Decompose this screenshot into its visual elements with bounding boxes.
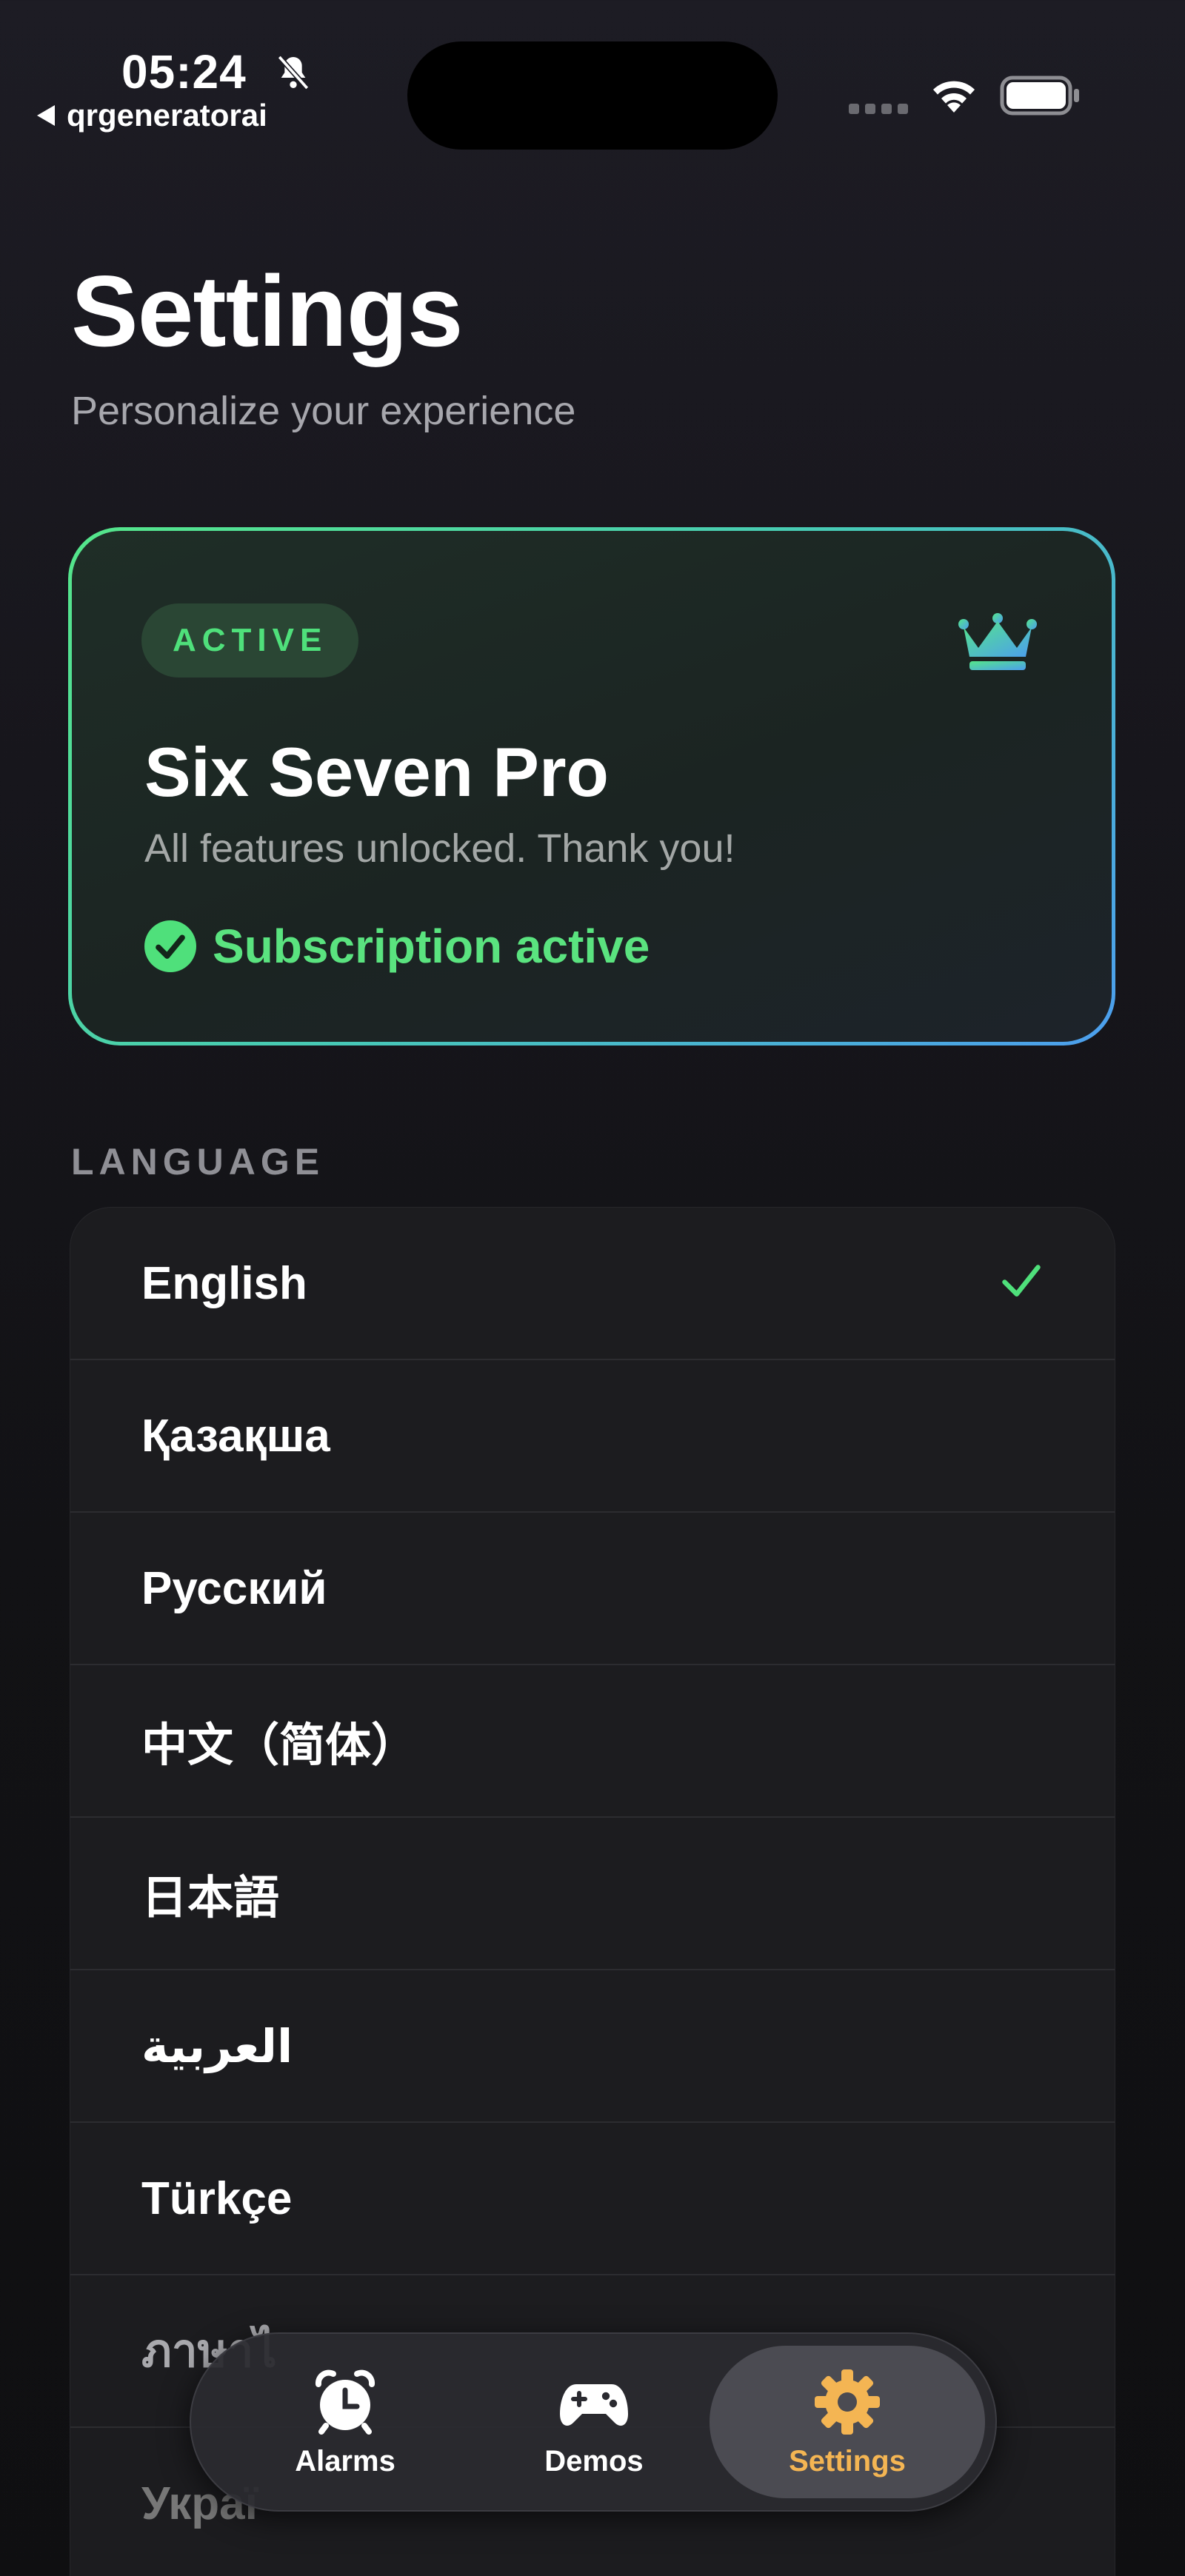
status-time: 05:24: [121, 45, 247, 98]
language-item-chinese[interactable]: 中文（简体）: [70, 1665, 1115, 1818]
language-label: English: [141, 1257, 307, 1309]
subscription-card[interactable]: ACTIVE Six Seven Pro All features unlock…: [68, 527, 1115, 1046]
subscription-title: Six Seven Pro: [144, 733, 609, 811]
language-label: Қазақша: [141, 1410, 330, 1462]
gear-icon: [815, 2369, 880, 2435]
back-to-app-link[interactable]: qrgeneratorai: [37, 98, 267, 133]
language-item-russian[interactable]: Русский: [70, 1513, 1115, 1665]
language-label: 日本語: [141, 1873, 280, 1924]
language-item-japanese[interactable]: 日本語: [70, 1818, 1115, 1970]
back-arrow-icon: [37, 105, 55, 126]
gamepad-icon: [560, 2383, 628, 2426]
wifi-icon: [933, 81, 975, 113]
page-subtitle: Personalize your experience: [71, 389, 576, 433]
tab-label: Demos: [544, 2444, 644, 2478]
language-item-turkish[interactable]: Türkçe: [70, 2123, 1115, 2275]
subscription-status: Subscription active: [144, 919, 650, 974]
tab-label: Alarms: [295, 2444, 395, 2478]
alarm-clock-icon: [315, 2369, 375, 2435]
page-title: Settings: [71, 255, 463, 367]
language-item-arabic[interactable]: العربية: [70, 1970, 1115, 2123]
tab-settings[interactable]: Settings: [710, 2346, 985, 2498]
dynamic-island: [407, 41, 778, 150]
crown-icon: [958, 613, 1037, 670]
language-label: 中文（简体）: [141, 1720, 418, 1771]
tab-label: Settings: [789, 2444, 906, 2478]
subscription-status-label: Subscription active: [213, 920, 650, 973]
language-item-english[interactable]: English: [70, 1208, 1115, 1360]
check-circle-icon: [144, 920, 196, 972]
tab-demos[interactable]: Demos: [456, 2346, 732, 2498]
bell-slash-icon: [277, 55, 310, 90]
status-badge: ACTIVE: [141, 603, 359, 678]
signal-icon: [849, 104, 908, 114]
language-label: العربية: [141, 2021, 293, 2072]
section-label-language: LANGUAGE: [71, 1141, 325, 1182]
tab-alarms[interactable]: Alarms: [207, 2346, 483, 2498]
subscription-description: All features unlocked. Thank you!: [144, 826, 735, 871]
language-item-kazakh[interactable]: Қазақша: [70, 1360, 1115, 1513]
language-label: Türkçe: [141, 2172, 293, 2224]
back-app-label: qrgeneratorai: [67, 98, 267, 133]
battery-icon: [1000, 76, 1079, 116]
language-label: Русский: [141, 1562, 327, 1614]
tab-bar: Alarms Demos Settings: [190, 2332, 997, 2512]
checkmark-icon: [1002, 1265, 1041, 1297]
